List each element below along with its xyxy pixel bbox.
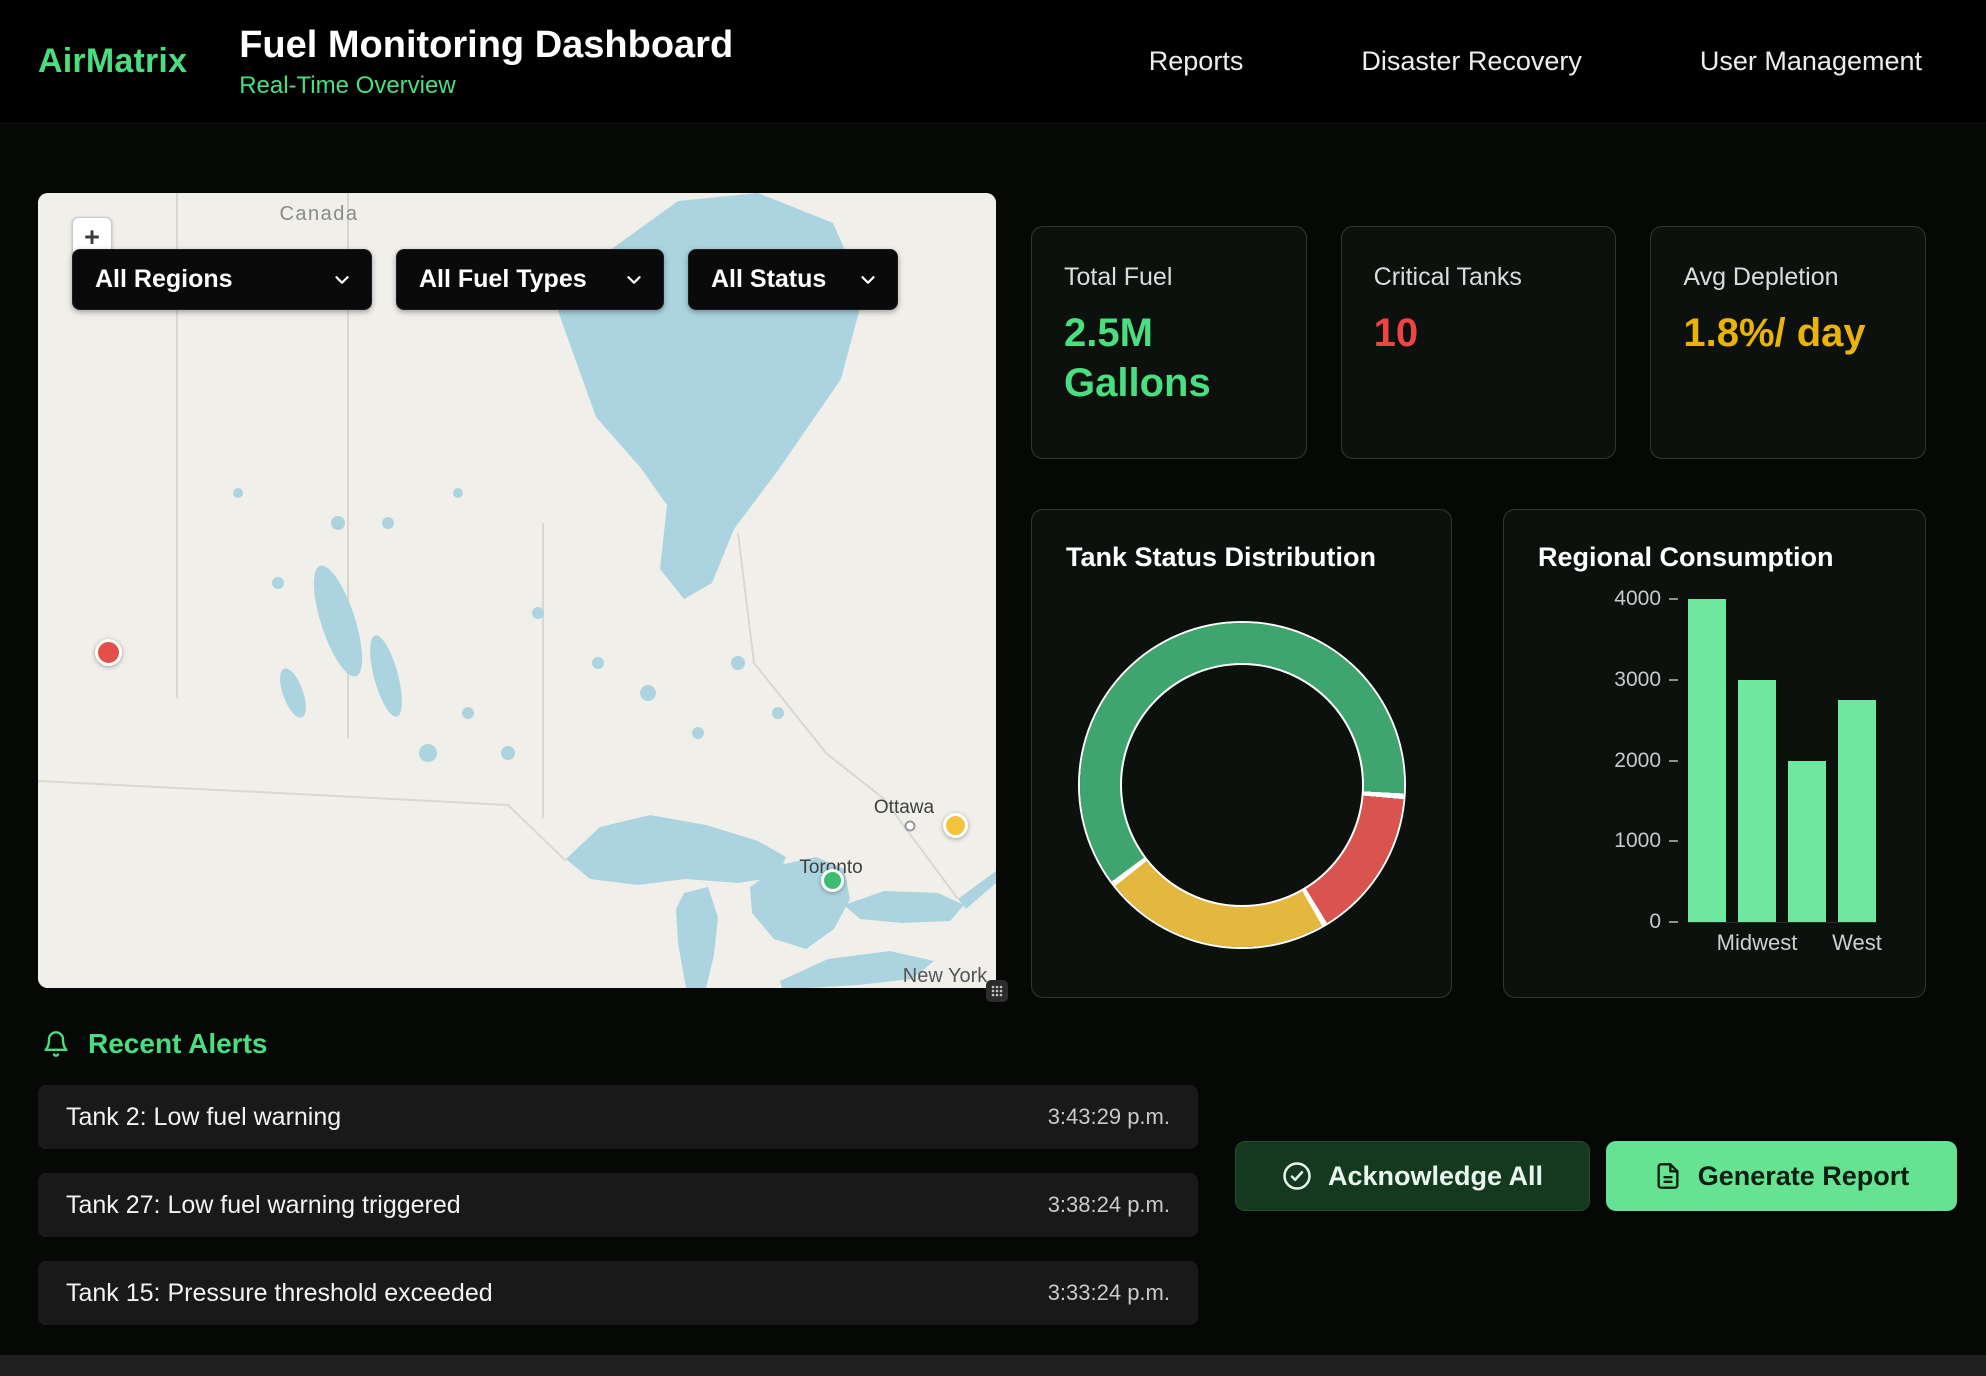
acknowledge-all-button[interactable]: Acknowledge All (1235, 1141, 1590, 1211)
bar: West (1838, 599, 1876, 922)
page-subtitle: Real-Time Overview (239, 72, 733, 100)
bottom-bar (0, 1355, 1986, 1376)
bar-chart-y-axis: 01000200030004000 (1538, 599, 1678, 922)
stat-card-total-fuel: Total Fuel 2.5M Gallons (1031, 226, 1307, 459)
fuel-types-filter-label: All Fuel Types (419, 265, 587, 294)
y-axis-tick: 2000 (1614, 749, 1678, 773)
chevron-down-icon (331, 269, 353, 291)
alert-message: Tank 2: Low fuel warning (66, 1103, 341, 1132)
alert-message: Tank 15: Pressure threshold exceeded (66, 1279, 493, 1308)
critical-tank-marker[interactable] (95, 639, 122, 666)
regions-filter-dropdown[interactable]: All Regions (72, 249, 372, 310)
y-axis-tick: 4000 (1614, 587, 1678, 611)
map-label-new-york: New York (903, 965, 988, 987)
status-filter-dropdown[interactable]: All Status (688, 249, 898, 310)
chevron-down-icon (623, 269, 645, 291)
main-nav: Reports Disaster Recovery User Managemen… (1149, 46, 1922, 77)
tank-map[interactable]: Canada Ottawa Toronto New York + All Reg… (38, 193, 996, 988)
nav-user-management[interactable]: User Management (1700, 46, 1922, 77)
alert-time: 3:43:29 p.m. (1048, 1104, 1170, 1130)
tank-status-donut-chart (1080, 623, 1404, 947)
stat-label: Critical Tanks (1374, 263, 1584, 292)
tank-status-chart-title: Tank Status Distribution (1066, 542, 1417, 573)
regions-filter-label: All Regions (95, 265, 233, 294)
regional-consumption-chart-title: Regional Consumption (1538, 542, 1891, 573)
alert-row[interactable]: Tank 15: Pressure threshold exceeded 3:3… (38, 1261, 1198, 1325)
nav-reports[interactable]: Reports (1149, 46, 1244, 77)
map-resize-handle[interactable] (986, 980, 1008, 1002)
alert-time: 3:38:24 p.m. (1048, 1192, 1170, 1218)
regional-consumption-bar-chart: 01000200030004000 MidwestWest (1538, 599, 1891, 923)
chevron-down-icon (857, 269, 879, 291)
bar: Midwest (1738, 599, 1776, 922)
x-axis-tick: West (1832, 930, 1882, 956)
alert-row[interactable]: Tank 27: Low fuel warning triggered 3:38… (38, 1173, 1198, 1237)
map-canvas[interactable]: Canada Ottawa Toronto New York (38, 193, 996, 988)
generate-report-button[interactable]: Generate Report (1606, 1141, 1957, 1211)
y-axis-tick: 3000 (1614, 668, 1678, 692)
regional-consumption-card: Regional Consumption 0 1000 2000 3000 4000 M… (1503, 509, 1926, 998)
map-label-canada: Canada (279, 203, 358, 225)
tank-status-card: Tank Status Distribution (1031, 509, 1452, 998)
nav-disaster-recovery[interactable]: Disaster Recovery (1361, 46, 1582, 77)
stat-value: 2.5M Gallons (1064, 308, 1249, 408)
y-axis-tick: 0 (1649, 910, 1678, 934)
report-document-icon (1654, 1162, 1682, 1190)
fuel-types-filter-dropdown[interactable]: All Fuel Types (396, 249, 664, 310)
ottawa-town-dot (906, 822, 915, 831)
stats-row: Total Fuel 2.5M Gallons Critical Tanks 1… (1031, 226, 1926, 459)
check-circle-icon (1282, 1161, 1312, 1191)
x-axis-tick: Midwest (1717, 930, 1798, 956)
map-filter-row: All Regions All Fuel Types All Status (72, 249, 898, 310)
bell-icon (42, 1030, 70, 1058)
generate-report-label: Generate Report (1698, 1161, 1910, 1192)
bar-chart-plot: Midwest West (1688, 599, 1876, 923)
bar (1788, 599, 1826, 922)
brand-logo: AirMatrix (38, 42, 187, 81)
alert-time: 3:33:24 p.m. (1048, 1280, 1170, 1306)
alerts-title: Recent Alerts (88, 1028, 267, 1060)
stat-label: Avg Depletion (1683, 263, 1893, 292)
stat-card-critical-tanks: Critical Tanks 10 (1341, 226, 1617, 459)
normal-tank-marker[interactable] (821, 869, 844, 892)
donut-wrap (1066, 623, 1417, 947)
header: AirMatrix Fuel Monitoring Dashboard Real… (0, 0, 1986, 124)
fuel-monitoring-dashboard: AirMatrix Fuel Monitoring Dashboard Real… (0, 0, 1986, 1376)
map-label-ottawa: Ottawa (874, 797, 935, 818)
title-block: Fuel Monitoring Dashboard Real-Time Over… (239, 24, 733, 100)
alerts-header: Recent Alerts (42, 1028, 267, 1060)
status-filter-label: All Status (711, 265, 826, 294)
warning-tank-marker[interactable] (943, 813, 968, 838)
acknowledge-all-label: Acknowledge All (1328, 1161, 1543, 1192)
alert-message: Tank 27: Low fuel warning triggered (66, 1191, 461, 1220)
stat-label: Total Fuel (1064, 263, 1274, 292)
stat-value: 1.8%/ day (1683, 308, 1868, 358)
bar (1688, 599, 1726, 922)
alert-row[interactable]: Tank 2: Low fuel warning 3:43:29 p.m. (38, 1085, 1198, 1149)
y-axis-tick: 1000 (1614, 829, 1678, 853)
stat-value: 10 (1374, 308, 1559, 358)
stat-card-avg-depletion: Avg Depletion 1.8%/ day (1650, 226, 1926, 459)
page-title: Fuel Monitoring Dashboard (239, 24, 733, 67)
